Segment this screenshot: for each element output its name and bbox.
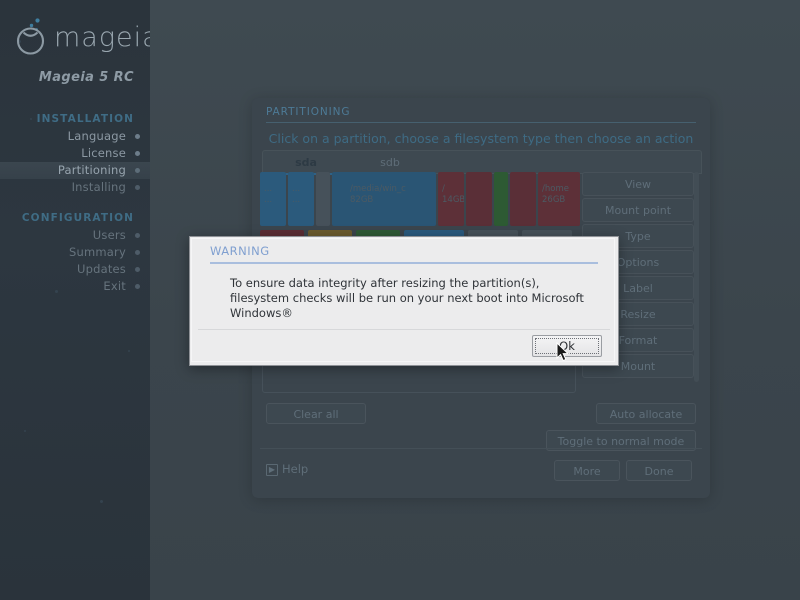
partition-label: ...... (292, 184, 301, 205)
sidebar-item-label: License (81, 146, 126, 160)
sidebar-item-partitioning[interactable]: Partitioning (0, 162, 150, 179)
done-button[interactable]: Done (626, 460, 692, 481)
logo-wordmark: mageia (54, 22, 150, 53)
decorative-speck (24, 430, 26, 432)
mount-point-button[interactable]: Mount point (582, 198, 694, 222)
sidebar-item-label: Partitioning (57, 163, 126, 177)
version-label: Mageia 5 RC (38, 70, 134, 85)
partition-block-home[interactable]: /home 26GB (538, 172, 580, 226)
tab-sdb[interactable]: sdb (351, 153, 429, 173)
partition-block-win-c[interactable]: /media/win_c 82GB (332, 172, 436, 226)
partition-label: ...... (264, 184, 273, 205)
status-dot-icon (135, 151, 140, 156)
help-button[interactable]: ▶ Help (266, 462, 308, 476)
section-heading-configuration: CONFIGURATION (21, 212, 134, 224)
partition-gap[interactable] (316, 172, 330, 226)
sidebar-item-users[interactable]: Users (0, 227, 150, 244)
section-heading-installation: INSTALLATION (36, 113, 134, 125)
help-label: Help (282, 462, 309, 476)
decorative-speck (100, 500, 103, 503)
sidebar-item-label: Language (67, 129, 126, 143)
dialog-button-divider (198, 329, 610, 330)
more-button[interactable]: More (554, 460, 620, 481)
mageia-logo: mageia (14, 16, 150, 62)
status-dot-icon (135, 267, 140, 272)
footer-divider (260, 448, 702, 449)
partition-label: /home 26GB (542, 184, 569, 205)
installer-screen: mageia Mageia 5 RC INSTALLATION Language… (0, 0, 800, 600)
page-title: PARTITIONING (266, 106, 351, 118)
sidebar-item-exit[interactable]: Exit (0, 278, 150, 295)
sidebar-item-label: Users (92, 228, 126, 242)
status-dot-icon (135, 233, 140, 238)
sidebar-item-label: Exit (103, 279, 126, 293)
view-button[interactable]: View (582, 172, 694, 196)
play-box-icon: ▶ (266, 464, 278, 476)
drive-tabbar: sda sdb (262, 150, 702, 175)
auto-allocate-button[interactable]: Auto allocate (596, 403, 696, 424)
partition-block-root[interactable]: /14GB (438, 172, 464, 226)
mouse-pointer-icon (556, 342, 570, 362)
dialog-message-line-1: To ensure data integrity after resizing … (230, 276, 540, 290)
title-divider (266, 122, 696, 123)
status-dot-icon (135, 185, 140, 190)
instruction-text: Click on a partition, choose a filesyste… (268, 131, 694, 146)
partition-label: /media/win_c 82GB (350, 184, 406, 205)
sidebar-item-label: Updates (76, 262, 126, 276)
dialog-message-line-2: filesystem checks will be run on your ne… (230, 291, 584, 320)
status-dot-icon (135, 168, 140, 173)
installer-sidebar: mageia Mageia 5 RC INSTALLATION Language… (0, 0, 150, 600)
decorative-speck (128, 350, 130, 352)
dialog-title-divider (210, 262, 598, 264)
clear-all-button[interactable]: Clear all (266, 403, 366, 424)
dialog-message: To ensure data integrity after resizing … (230, 276, 618, 321)
sidebar-item-installing[interactable]: Installing (0, 179, 150, 196)
sidebar-item-language[interactable]: Language (0, 128, 150, 145)
dialog-title: WARNING (210, 244, 270, 258)
warning-dialog: WARNING To ensure data integrity after r… (189, 236, 619, 366)
partition-block-swap[interactable] (494, 172, 508, 226)
status-dot-icon (135, 284, 140, 289)
partition-block[interactable]: ...... (288, 172, 314, 226)
status-dot-icon (135, 134, 140, 139)
sidebar-item-license[interactable]: License (0, 145, 150, 162)
sidebar-item-summary[interactable]: Summary (0, 244, 150, 261)
partition-block[interactable]: ...... (260, 172, 286, 226)
sidebar-item-updates[interactable]: Updates (0, 261, 150, 278)
partition-block[interactable] (466, 172, 492, 226)
partition-label: /14GB (442, 184, 464, 205)
actions-scrollbar[interactable] (694, 172, 699, 382)
partition-map: ...... ...... /media/win_c 82GB /14GB /ho… (260, 172, 580, 226)
status-dot-icon (135, 250, 140, 255)
mageia-cauldron-logo (16, 18, 45, 55)
sidebar-item-label: Summary (69, 245, 126, 259)
sidebar-item-label: Installing (71, 180, 126, 194)
partition-block[interactable] (510, 172, 536, 226)
